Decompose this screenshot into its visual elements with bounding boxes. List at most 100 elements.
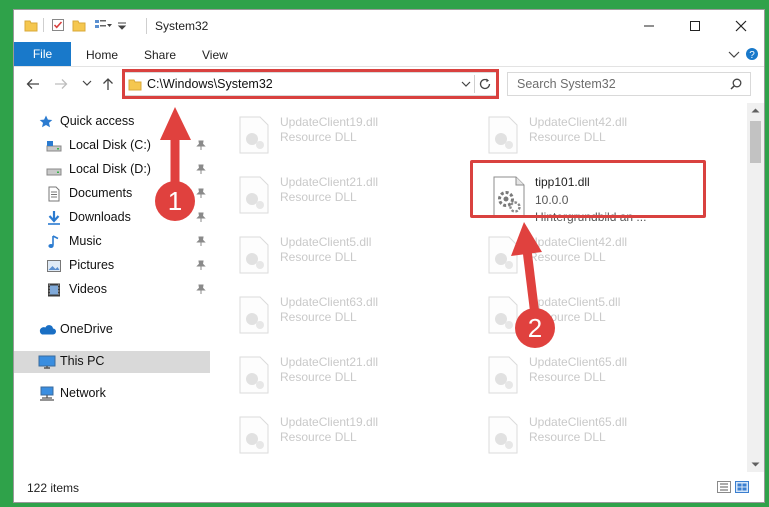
pin-icon[interactable] — [196, 140, 206, 150]
documents-icon — [48, 186, 60, 202]
item-count: 122 items — [27, 481, 80, 495]
recent-locations-icon[interactable] — [82, 80, 92, 88]
pin-icon[interactable] — [196, 164, 206, 174]
minimize-button[interactable] — [626, 10, 672, 42]
dll-file-icon — [239, 176, 269, 214]
close-button[interactable] — [718, 10, 764, 42]
scroll-up-icon[interactable] — [751, 107, 760, 113]
star-icon — [39, 115, 53, 128]
sidebar-item-this-pc[interactable]: This PC — [14, 351, 210, 373]
qa-separator — [43, 18, 44, 32]
file-item[interactable]: UpdateClient21.dll Resource DLL — [230, 169, 470, 219]
pin-icon[interactable] — [196, 260, 206, 270]
window-title: System32 — [155, 19, 209, 33]
back-arrow-icon[interactable] — [26, 77, 40, 91]
drive-icon — [46, 168, 62, 176]
dll-file-icon — [239, 356, 269, 394]
address-separator — [474, 75, 475, 93]
sidebar-item-quick-access[interactable]: Quick access — [14, 111, 210, 133]
file-list: UpdateClient19.dll Resource DLL UpdateCl… — [210, 103, 747, 472]
ribbon-tabs: File Home Share View ? — [14, 42, 764, 67]
customize-qa-icon[interactable] — [94, 18, 112, 32]
network-icon — [40, 386, 54, 401]
sidebar-item-network[interactable]: Network — [14, 383, 210, 405]
sidebar-item-documents[interactable]: Documents — [14, 183, 210, 205]
sidebar-item-downloads[interactable]: Downloads — [14, 207, 210, 229]
scroll-thumb[interactable] — [750, 121, 761, 163]
maximize-button[interactable] — [672, 10, 718, 42]
tab-view[interactable]: View — [202, 48, 228, 62]
sidebar-item-pictures[interactable]: Pictures — [14, 255, 210, 277]
file-item[interactable]: UpdateClient5.dll Resource DLL — [230, 229, 470, 279]
sidebar-item-local-disk-c[interactable]: Local Disk (C:) — [14, 135, 210, 157]
large-icons-view-icon[interactable] — [735, 481, 749, 493]
dll-file-icon — [488, 356, 518, 394]
properties-icon[interactable] — [51, 18, 65, 32]
pin-icon[interactable] — [196, 236, 206, 246]
scroll-down-icon[interactable] — [751, 462, 760, 468]
address-row: C:\Windows\System32 Search System32 — [14, 67, 764, 103]
file-item[interactable]: UpdateClient42.dll Resource DLL — [479, 109, 719, 159]
dll-file-icon — [488, 116, 518, 154]
dll-file-icon — [488, 416, 518, 454]
file-item[interactable]: UpdateClient19.dll Resource DLL — [230, 109, 470, 159]
qa-dropdown-icon[interactable] — [117, 21, 127, 31]
search-icon[interactable] — [730, 78, 742, 90]
file-item[interactable]: UpdateClient5.dll Resource DLL — [479, 289, 719, 339]
tab-share[interactable]: Share — [144, 48, 176, 62]
tab-file[interactable]: File — [14, 42, 71, 66]
explorer-window: System32 File Home Share View ? C:\Windo… — [13, 9, 765, 503]
forward-arrow-icon[interactable] — [54, 77, 68, 91]
search-box[interactable]: Search System32 — [507, 72, 751, 96]
folder-icon — [128, 79, 142, 91]
minimize-icon — [644, 25, 654, 27]
up-arrow-icon[interactable] — [101, 77, 115, 91]
svg-text:?: ? — [749, 50, 755, 61]
file-item[interactable]: UpdateClient65.dll Resource DLL — [479, 409, 719, 459]
address-path[interactable]: C:\Windows\System32 — [147, 77, 273, 91]
dll-file-icon — [488, 236, 518, 274]
help-icon[interactable]: ? — [745, 47, 759, 61]
sidebar-item-music[interactable]: Music — [14, 231, 210, 253]
drive-icon — [46, 141, 62, 152]
dll-file-icon — [239, 296, 269, 334]
maximize-icon — [690, 21, 700, 31]
pin-icon[interactable] — [196, 212, 206, 222]
sidebar-item-videos[interactable]: Videos — [14, 279, 210, 301]
pin-icon[interactable] — [196, 284, 206, 294]
file-item[interactable]: UpdateClient19.dll Resource DLL — [230, 409, 470, 459]
pictures-icon — [47, 260, 61, 272]
refresh-icon[interactable] — [478, 77, 492, 91]
this-pc-icon — [38, 355, 56, 369]
file-item[interactable]: UpdateClient63.dll Resource DLL — [230, 289, 470, 339]
vertical-scrollbar[interactable] — [747, 103, 764, 472]
file-item-tipp101[interactable]: tipp101.dll 10.0.0 Hintergrundbild an ..… — [485, 173, 711, 231]
folder-icon[interactable] — [24, 18, 38, 32]
dll-file-icon — [239, 116, 269, 154]
navigation-pane: Quick access Local Disk (C:) Local Disk … — [14, 103, 210, 472]
title-separator — [146, 18, 147, 34]
file-item[interactable]: UpdateClient21.dll Resource DLL — [230, 349, 470, 399]
new-folder-icon[interactable] — [72, 18, 86, 32]
dll-file-icon — [488, 296, 518, 334]
downloads-icon — [48, 211, 60, 225]
close-icon — [735, 20, 747, 32]
dll-file-icon — [239, 236, 269, 274]
tab-home[interactable]: Home — [86, 48, 118, 62]
dll-file-icon — [239, 416, 269, 454]
pin-icon[interactable] — [196, 188, 206, 198]
status-bar: 122 items — [14, 472, 764, 502]
address-bar[interactable]: C:\Windows\System32 — [122, 72, 498, 96]
file-item[interactable]: UpdateClient42.dll Resource DLL — [479, 229, 719, 279]
title-bar: System32 — [14, 10, 764, 42]
address-dropdown-icon[interactable] — [461, 81, 471, 89]
file-item[interactable]: UpdateClient65.dll Resource DLL — [479, 349, 719, 399]
onedrive-icon — [39, 325, 56, 335]
sidebar-item-onedrive[interactable]: OneDrive — [14, 319, 210, 341]
sidebar-item-local-disk-d[interactable]: Local Disk (D:) — [14, 159, 210, 181]
search-input[interactable]: Search System32 — [517, 77, 616, 91]
dll-file-icon — [493, 176, 525, 218]
details-view-icon[interactable] — [717, 481, 731, 493]
expand-ribbon-icon[interactable] — [728, 50, 740, 60]
videos-icon — [48, 283, 60, 297]
